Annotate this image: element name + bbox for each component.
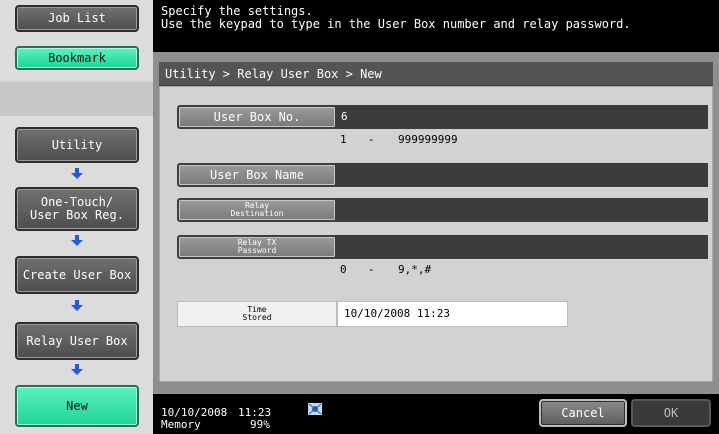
- relay-destination-field[interactable]: [335, 198, 708, 222]
- cancel-button[interactable]: Cancel: [539, 399, 627, 427]
- nav-relay-user-box-label: Relay User Box: [26, 333, 128, 348]
- bookmark-button[interactable]: Bookmark: [15, 46, 139, 70]
- memory-label: Memory: [161, 418, 201, 431]
- left-sidebar: Job List Bookmark Utility One-Touch/ Use…: [0, 0, 153, 434]
- nav-create-user-box-button[interactable]: Create User Box: [15, 256, 139, 294]
- user-box-no-range-min: 1: [340, 133, 347, 146]
- time-stored-value: 10/10/2008 11:23: [337, 301, 568, 327]
- password-range-dash: -: [368, 263, 375, 276]
- relay-destination-button[interactable]: Relay Destination: [177, 198, 337, 222]
- nav-utility-label: Utility: [51, 137, 103, 152]
- breadcrumb: Utility > Relay User Box > New: [159, 62, 713, 86]
- sidebar-divider: [0, 82, 153, 116]
- job-list-label: Job List: [48, 11, 106, 25]
- user-box-no-range-dash: -: [368, 133, 375, 146]
- user-box-no-button[interactable]: User Box No.: [177, 105, 337, 129]
- relay-tx-password-label: Relay TX Password: [237, 238, 277, 255]
- memory-value: 99%: [250, 418, 270, 431]
- time-stored-label: Time Stored: [177, 301, 337, 327]
- nav-create-user-box-label: Create User Box: [22, 267, 132, 282]
- ok-label: OK: [663, 406, 679, 420]
- cancel-label: Cancel: [561, 406, 605, 420]
- settings-panel: Utility > Relay User Box > New User Box …: [153, 52, 719, 394]
- user-box-no-range-max: 999999999: [398, 133, 458, 146]
- relay-destination-label: Relay Destination: [230, 201, 284, 218]
- screen: Job List Bookmark Utility One-Touch/ Use…: [0, 0, 719, 434]
- user-box-no-label: User Box No.: [213, 109, 301, 124]
- status-footer: 10/10/2008 11:23 Memory 99% Cancel OK: [153, 394, 719, 434]
- password-range-min: 0: [340, 263, 347, 276]
- message-bar: Specify the settings. Use the keypad to …: [153, 0, 719, 52]
- user-box-name-field[interactable]: [335, 163, 708, 187]
- nav-new-label: New: [66, 398, 88, 413]
- user-box-name-label: User Box Name: [210, 167, 304, 182]
- arrow-down-icon: [71, 235, 83, 246]
- relay-tx-password-field[interactable]: [335, 235, 708, 259]
- nav-utility-button[interactable]: Utility: [15, 127, 139, 163]
- arrow-down-icon: [71, 300, 83, 311]
- settings-content: User Box No. 6 1 - 999999999 User Box Na…: [159, 86, 713, 382]
- nav-new-button[interactable]: New: [15, 385, 139, 427]
- bookmark-label: Bookmark: [48, 50, 106, 65]
- nav-relay-user-box-button[interactable]: Relay User Box: [15, 322, 139, 360]
- user-box-name-button[interactable]: User Box Name: [177, 163, 337, 187]
- network-icon: [308, 403, 322, 415]
- password-range-chars: 9,*,#: [398, 263, 432, 276]
- ok-button[interactable]: OK: [631, 399, 711, 427]
- nav-one-touch-button[interactable]: One-Touch/ User Box Reg.: [15, 187, 139, 231]
- message-line-2: Use the keypad to type in the User Box n…: [161, 17, 631, 31]
- job-list-button[interactable]: Job List: [15, 5, 139, 32]
- user-box-no-field[interactable]: 6: [335, 105, 708, 129]
- relay-tx-password-button[interactable]: Relay TX Password: [177, 235, 337, 259]
- arrow-down-icon: [71, 364, 83, 375]
- arrow-down-icon: [71, 168, 83, 179]
- nav-one-touch-label: One-Touch/ User Box Reg.: [30, 195, 124, 222]
